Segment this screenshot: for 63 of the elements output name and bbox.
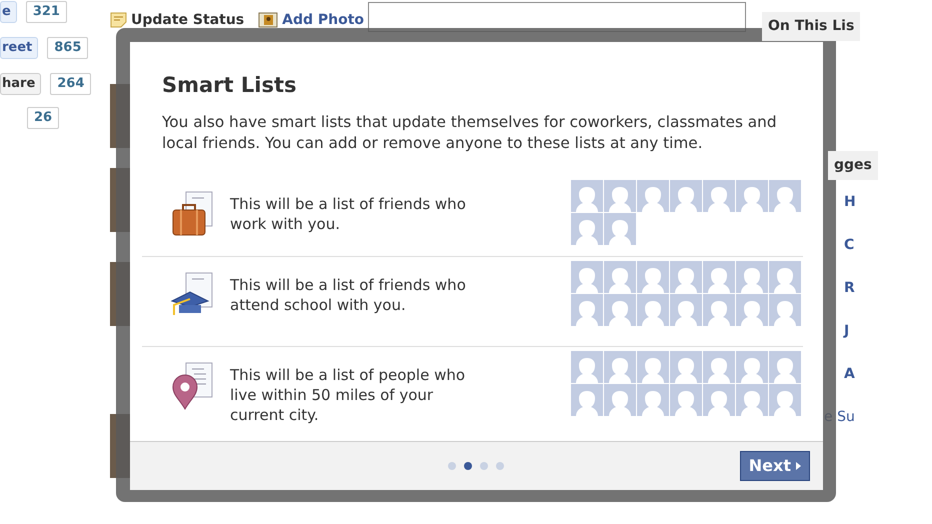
silhouette-icon: [604, 294, 636, 326]
note-icon: [110, 12, 127, 28]
silhouette-icon: [670, 180, 702, 212]
silhouette-icon: [571, 351, 603, 383]
silhouette-icon: [637, 351, 669, 383]
silhouette-icon: [703, 261, 735, 293]
list-description: This will be a list of friends who work with you.: [230, 194, 467, 234]
silhouette-icon: [571, 294, 603, 326]
silhouette-icon: [637, 261, 669, 293]
silhouette-icon: [637, 180, 669, 212]
share-count: 26: [27, 107, 60, 129]
silhouette-icon: [703, 294, 735, 326]
list-item-link[interactable]: R: [844, 280, 855, 296]
next-button[interactable]: Next: [740, 451, 810, 481]
silhouette-icon: [703, 351, 735, 383]
silhouette-icon: [604, 351, 636, 383]
silhouette-icon: [637, 294, 669, 326]
silhouette-icon: [736, 351, 768, 383]
silhouette-icon: [769, 180, 801, 212]
dialog-title: Smart Lists: [162, 72, 298, 98]
list-description: This will be a list of people who live within 50 miles of your current city.: [230, 365, 466, 425]
silhouette-icon: [604, 213, 636, 245]
share-count: 865: [47, 37, 88, 59]
update-status-link[interactable]: Update Status: [131, 10, 244, 30]
list-header: On This Lis: [762, 12, 860, 41]
add-photo-link[interactable]: Add Photo: [282, 10, 364, 30]
dialog-description: You also have smart lists that update themselves for coworkers, classmates and local friends. You can add or remove anyone to these lists at any time.: [162, 112, 777, 154]
list-item-link[interactable]: J: [844, 323, 850, 339]
list-item-link[interactable]: H: [844, 194, 856, 210]
share-button[interactable]: hare: [0, 73, 42, 95]
list-item-link[interactable]: C: [844, 237, 854, 253]
list-description: This will be a list of friends who attend school with you.: [230, 275, 467, 315]
silhouette-icon: [670, 294, 702, 326]
silhouette-icon: [604, 261, 636, 293]
silhouette-icon: [769, 351, 801, 383]
share-count: 264: [50, 73, 92, 95]
silhouette-icon: [670, 384, 702, 416]
silhouette-icon: [670, 351, 702, 383]
silhouette-icon: [571, 384, 603, 416]
share-button[interactable]: e: [0, 1, 17, 23]
silhouette-icon: [703, 180, 735, 212]
caret-icon: [796, 462, 801, 470]
silhouette-icon: [571, 213, 603, 245]
silhouette-icon: [769, 261, 801, 293]
silhouette-icon: [637, 384, 669, 416]
silhouette-icon: [769, 384, 801, 416]
silhouette-icon: [736, 384, 768, 416]
share-button[interactable]: reet: [0, 37, 38, 59]
silhouette-icon: [604, 384, 636, 416]
silhouette-icon: [571, 180, 603, 212]
map-pin-document-icon: [170, 361, 214, 411]
silhouette-icon: [736, 294, 768, 326]
silhouette-icon: [736, 261, 768, 293]
silhouette-icon: [604, 180, 636, 212]
silhouette-icon: [736, 180, 768, 212]
list-item-link[interactable]: A: [844, 366, 855, 382]
picture-icon: [258, 12, 278, 28]
silhouette-icon: [670, 261, 702, 293]
silhouette-icon: [571, 261, 603, 293]
section-header: gges: [828, 151, 878, 180]
silhouette-icon: [703, 384, 735, 416]
silhouette-icon: [769, 294, 801, 326]
share-count: 321: [26, 1, 67, 23]
